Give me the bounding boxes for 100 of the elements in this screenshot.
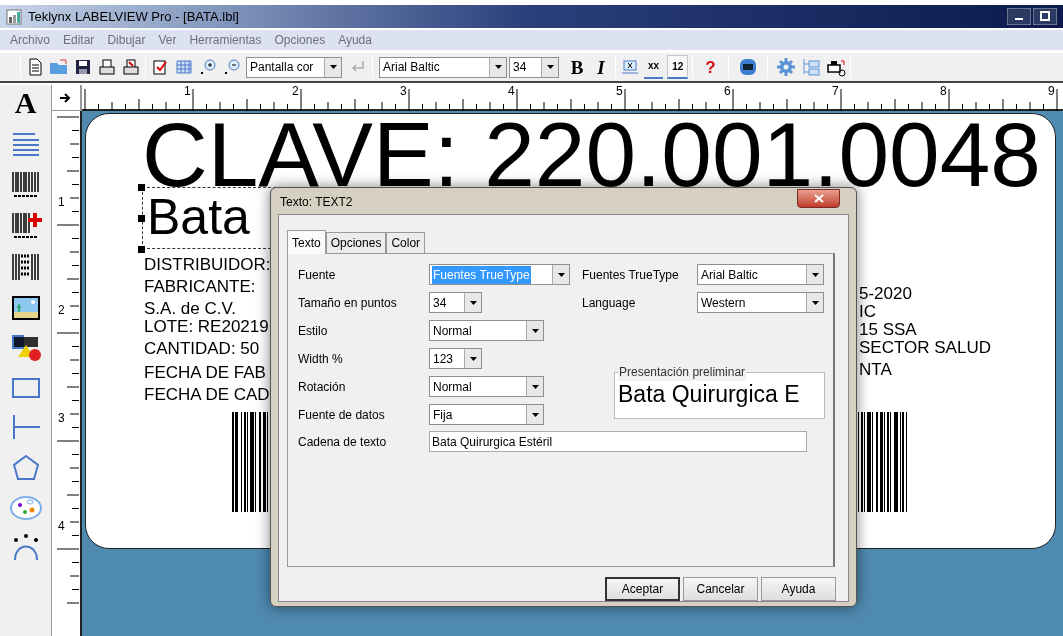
checklist-icon[interactable] [150,58,170,76]
field-label: Fuente de datos [298,406,386,424]
ruler-number: 9 [1048,85,1055,98]
menu-item[interactable]: Ayuda [338,31,372,49]
text-field-icon[interactable] [620,58,640,76]
field-label: Fuente [298,266,337,284]
dropdown[interactable]: Normal [429,376,544,397]
field-label: Width % [298,350,344,368]
menu-item[interactable]: Opciones [274,31,326,49]
dialog-button[interactable]: Aceptar [605,577,680,601]
ruler-number: 1 [184,85,191,98]
ruler-number: 2 [58,304,65,317]
text-tool[interactable]: A [14,87,37,119]
label-text: DISTRIBUIDOR: [144,256,271,273]
dialog-tab[interactable]: Opciones [325,232,387,253]
field-label: Tamaño en puntos [298,294,398,312]
ruler-number: 8 [940,85,947,98]
label-text: CANTIDAD: 50 [144,340,260,357]
menu-item[interactable]: Archivo [10,31,50,49]
menu-item[interactable]: Herramientas [189,31,262,49]
dialog-tab[interactable]: Color [386,232,426,253]
bold-button[interactable]: B [567,56,587,78]
caret-icon [531,412,539,417]
ruler-corner[interactable] [52,85,82,111]
caret-icon [494,65,502,69]
italic-button[interactable]: I [591,56,611,78]
menu-item[interactable]: Dibujar [107,31,146,49]
label-text: Bata [147,192,250,242]
print-icon[interactable] [97,58,117,76]
zoom-out-icon[interactable] [222,58,242,76]
palette-tool-icon[interactable] [8,493,43,523]
ruler-number: 6 [724,85,731,98]
selection-handle[interactable] [138,184,145,191]
ruler-number: 2 [292,85,299,98]
caret-icon [811,300,819,305]
dropdown[interactable]: Arial Baltic [697,264,824,285]
caret-icon [811,272,819,277]
label-text: NTA [859,361,892,378]
counter-button[interactable]: 12 [667,55,689,79]
label-text: SECTOR SALUD [859,339,991,356]
arrow-icon [60,92,72,103]
field-label: Fuentes TrueType [582,266,680,284]
font-dropdown[interactable]: Arial Baltic [379,56,507,78]
2d-barcode-tool-icon[interactable] [9,251,42,283]
dialog-tab[interactable]: Texto [287,230,326,254]
dropdown[interactable]: Western [697,292,824,313]
caret-icon [557,272,565,277]
dropdown[interactable]: 123 [429,348,482,369]
label-text: FECHA DE FAB [144,364,266,381]
selection-handle[interactable] [138,246,145,253]
settings-icon[interactable] [775,57,796,77]
print-preview-icon[interactable] [121,58,141,76]
dialog-button[interactable]: Cancelar [683,577,758,601]
ruler-number: 5 [616,85,623,98]
ruler-number: 1 [58,196,65,209]
dropdown[interactable]: 34 [429,292,482,313]
close-icon [813,194,824,203]
field-label: Language [582,294,637,312]
label-text: 15 SSA [859,321,917,338]
dropdown[interactable]: Normal [429,320,544,341]
label-text: S.A. de C.V. [144,300,236,317]
menu-item[interactable]: Editar [63,31,95,49]
save-icon[interactable] [73,58,93,76]
font-size-dropdown[interactable]: 34 [509,56,559,78]
app-icon [6,8,22,25]
ruler-number: 7 [832,85,839,98]
text-input[interactable]: Bata Quirurgica Estéril [429,431,807,452]
caret-icon [329,65,337,69]
zoom-in-icon[interactable] [198,58,218,76]
label-text: 5-2020 [859,285,912,302]
menu-item[interactable]: Ver [158,31,177,49]
caret-icon [469,300,477,305]
field-label: Estilo [298,322,329,340]
ruler-number: 3 [400,85,407,98]
caret-icon [546,65,554,69]
label-text: LOTE: RE20219 [144,318,269,335]
zoom-dropdown[interactable]: Pantalla cor [246,56,342,78]
dialog-button[interactable]: Ayuda [761,577,836,601]
restore-icon[interactable] [1033,8,1057,25]
minimize-icon[interactable] [1007,8,1031,25]
ruler-number: 3 [58,412,65,425]
label-text: FABRICANTE: [144,278,256,295]
close-button[interactable] [797,189,840,208]
ruler-number: 4 [58,520,65,533]
dialog-title: Texto: TEXT2 [280,196,353,208]
field-label: Rotación [298,378,347,396]
caret-icon [531,384,539,389]
window-title: Teklynx LABELVIEW Pro - [BATA.lbl] [28,7,239,26]
printer-icon[interactable] [825,57,846,77]
field-label: Cadena de texto [298,433,388,451]
help-button[interactable]: ? [705,58,716,76]
preview-text: Bata Quirurgica E [618,381,801,407]
label-text: FECHA DE CAD [144,386,270,403]
label-title: CLAVE: 220.001.0048 [142,122,1041,188]
selection-handle[interactable] [138,215,145,222]
dropdown[interactable]: Fija [429,404,544,425]
caret-icon [469,356,477,361]
label-text: IC [859,303,876,320]
caret-icon [531,328,539,333]
counter-button[interactable]: xx [644,55,664,79]
